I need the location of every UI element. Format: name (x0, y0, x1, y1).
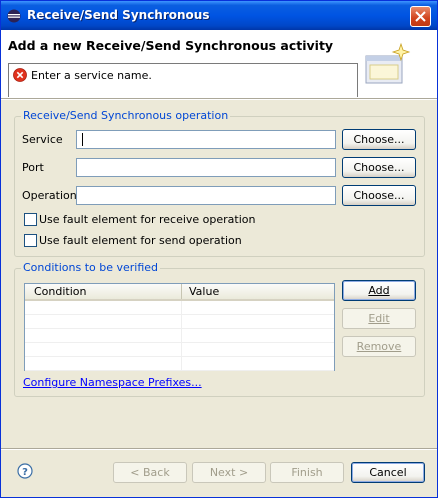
table-row (25, 315, 334, 329)
operation-label: Operation (22, 189, 77, 202)
column-divider (181, 301, 182, 370)
table-row (25, 329, 334, 343)
back-button[interactable]: < Back (113, 462, 187, 483)
title-bar[interactable]: Receive/Send Synchronous (1, 1, 437, 30)
table-row (25, 301, 334, 315)
service-label: Service (22, 133, 63, 146)
condition-column-header[interactable]: Condition (25, 284, 182, 299)
wizard-header: Add a new Receive/Send Synchronous activ… (1, 30, 437, 98)
operation-choose-button[interactable]: Choose... (342, 185, 416, 206)
port-choose-button[interactable]: Choose... (342, 157, 416, 178)
operation-group: Receive/Send Synchronous operation Servi… (14, 109, 425, 257)
table-header: Condition Value (25, 284, 334, 301)
page-title: Add a new Receive/Send Synchronous activ… (8, 38, 334, 53)
conditions-group-title: Conditions to be verified (21, 261, 161, 274)
configure-namespace-link[interactable]: Configure Namespace Prefixes... (23, 376, 202, 389)
window-title: Receive/Send Synchronous (27, 8, 210, 22)
conditions-group: Conditions to be verified Condition Valu… (14, 261, 425, 397)
error-message: Enter a service name. (31, 69, 152, 82)
fault-receive-checkbox[interactable] (24, 213, 37, 226)
footer-separator (1, 448, 437, 450)
close-icon (415, 11, 426, 22)
eclipse-icon (7, 9, 21, 23)
fault-receive-label[interactable]: Use fault element for receive operation (39, 213, 255, 226)
conditions-table[interactable]: Condition Value (24, 283, 335, 371)
dialog-window: Receive/Send Synchronous Add a new Recei… (0, 0, 438, 498)
message-area: Enter a service name. (8, 63, 358, 97)
add-button[interactable]: Add (342, 280, 416, 301)
help-icon[interactable]: ? (17, 463, 33, 479)
edit-button[interactable]: Edit (342, 308, 416, 329)
finish-button[interactable]: Finish (270, 462, 344, 483)
header-separator (1, 98, 437, 100)
add-button-label: Add (368, 284, 390, 297)
error-icon (13, 68, 27, 85)
value-column-label[interactable]: Value (189, 285, 219, 298)
fault-send-checkbox[interactable] (24, 234, 37, 247)
port-label: Port (22, 161, 44, 174)
remove-button-label: Remove (356, 340, 402, 353)
remove-button[interactable]: Remove (342, 336, 416, 357)
service-input[interactable] (76, 130, 336, 149)
port-input[interactable] (76, 158, 336, 177)
cancel-button[interactable]: Cancel (351, 462, 425, 483)
wizard-banner-icon (363, 42, 411, 86)
close-button[interactable] (410, 6, 431, 27)
edit-button-label: Edit (368, 312, 390, 325)
text-caret (82, 133, 83, 146)
table-row (25, 357, 334, 371)
service-choose-button[interactable]: Choose... (342, 129, 416, 150)
fault-send-label[interactable]: Use fault element for send operation (39, 234, 242, 247)
svg-text:?: ? (22, 467, 28, 478)
table-row (25, 343, 334, 357)
operation-group-title: Receive/Send Synchronous operation (21, 109, 231, 122)
operation-input[interactable] (76, 186, 336, 205)
next-button[interactable]: Next > (192, 462, 266, 483)
condition-column-label: Condition (34, 285, 87, 298)
